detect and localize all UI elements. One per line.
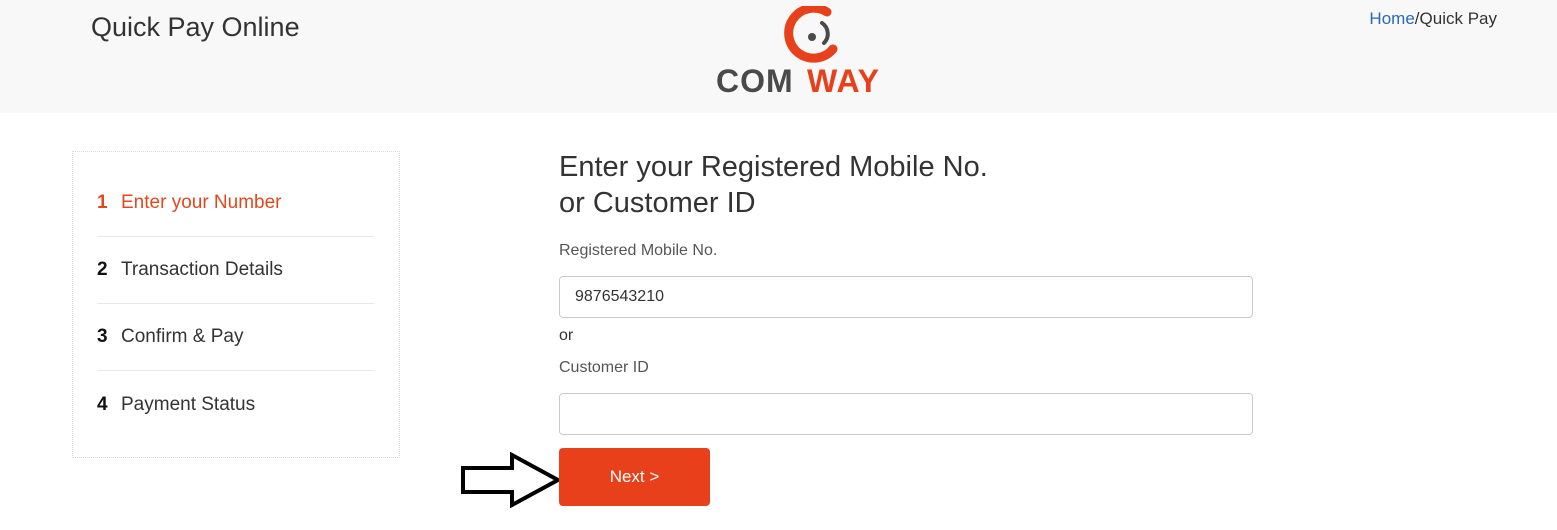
arrow-right-icon <box>461 452 563 508</box>
step-confirm-pay: 3 Confirm & Pay <box>97 304 374 371</box>
step-transaction-details: 2 Transaction Details <box>97 237 374 304</box>
step-number: 1 <box>97 192 108 213</box>
comway-logo[interactable]: COM WAY <box>714 6 904 98</box>
page-title: Quick Pay Online <box>91 12 300 42</box>
customer-id-input[interactable] <box>559 393 1253 435</box>
step-number: 2 <box>97 259 108 280</box>
or-separator: or <box>559 327 574 344</box>
form-heading-line2: or Customer ID <box>559 187 756 219</box>
form-heading: Enter your Registered Mobile No. or Cust… <box>559 149 988 221</box>
form-heading-line1: Enter your Registered Mobile No. <box>559 151 988 183</box>
step-label: Payment Status <box>121 393 256 415</box>
step-number: 4 <box>97 393 108 415</box>
breadcrumb-current: Quick Pay <box>1419 9 1497 28</box>
step-payment-status: 4 Payment Status <box>97 371 374 438</box>
steps-panel: 1 Enter your Number 2 Transaction Detail… <box>72 151 400 458</box>
step-label: Transaction Details <box>121 259 283 280</box>
step-label: Enter your Number <box>121 192 282 213</box>
mobile-label: Registered Mobile No. <box>559 242 718 259</box>
breadcrumb: Home/Quick Pay <box>1369 9 1497 29</box>
next-button[interactable]: Next > <box>559 448 710 506</box>
step-label: Confirm & Pay <box>121 326 244 347</box>
svg-text:WAY: WAY <box>807 63 880 98</box>
step-number: 3 <box>97 326 108 347</box>
mobile-input[interactable] <box>559 276 1253 318</box>
breadcrumb-home-link[interactable]: Home <box>1369 9 1414 28</box>
customer-id-label: Customer ID <box>559 359 649 376</box>
svg-text:COM: COM <box>716 63 794 98</box>
step-enter-number: 1 Enter your Number <box>97 170 374 237</box>
header-bar: Quick Pay Online COM WAY Home/Quick Pay <box>0 0 1557 113</box>
